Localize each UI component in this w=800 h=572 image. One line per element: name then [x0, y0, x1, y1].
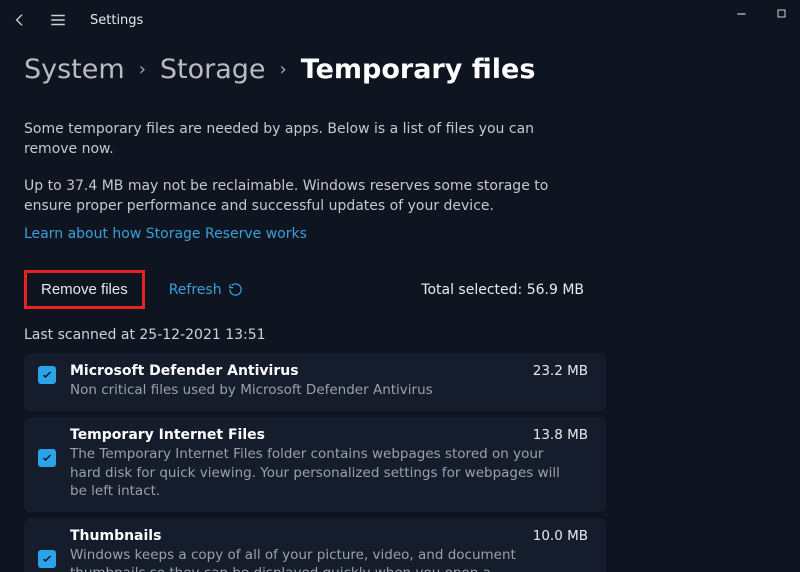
item-description: Windows keeps a copy of all of your pict…	[70, 546, 570, 572]
remove-files-button[interactable]: Remove files	[24, 270, 145, 309]
app-title: Settings	[90, 13, 143, 28]
item-title: Thumbnails	[70, 528, 161, 544]
intro-paragraph-1: Some temporary files are needed by apps.…	[24, 119, 584, 160]
list-item[interactable]: Thumbnails 10.0 MB Windows keeps a copy …	[24, 518, 606, 572]
title-bar: Settings	[0, 0, 800, 40]
item-size: 13.8 MB	[533, 427, 592, 443]
temp-files-list: Microsoft Defender Antivirus 23.2 MB Non…	[24, 353, 606, 572]
item-title: Microsoft Defender Antivirus	[70, 363, 299, 379]
checkbox[interactable]	[38, 550, 56, 568]
chevron-right-icon: ›	[280, 59, 287, 80]
checkbox[interactable]	[38, 366, 56, 384]
storage-reserve-link[interactable]: Learn about how Storage Reserve works	[24, 226, 307, 242]
breadcrumb-system[interactable]: System	[24, 54, 125, 85]
breadcrumb-current: Temporary files	[301, 54, 536, 85]
item-size: 10.0 MB	[533, 528, 592, 544]
list-item[interactable]: Microsoft Defender Antivirus 23.2 MB Non…	[24, 353, 606, 411]
back-button[interactable]	[10, 10, 30, 30]
refresh-label: Refresh	[169, 282, 222, 298]
intro-paragraph-2: Up to 37.4 MB may not be reclaimable. Wi…	[24, 176, 584, 217]
menu-icon[interactable]	[48, 10, 68, 30]
refresh-icon	[228, 282, 243, 297]
checkbox[interactable]	[38, 449, 56, 467]
minimize-button[interactable]	[732, 4, 752, 24]
maximize-button[interactable]	[772, 4, 792, 24]
breadcrumb-storage[interactable]: Storage	[160, 54, 266, 85]
list-item[interactable]: Temporary Internet Files 13.8 MB The Tem…	[24, 417, 606, 512]
item-description: Non critical files used by Microsoft Def…	[70, 381, 570, 399]
item-size: 23.2 MB	[533, 363, 592, 379]
breadcrumb: System › Storage › Temporary files	[0, 40, 800, 103]
chevron-right-icon: ›	[139, 59, 146, 80]
total-selected-label: Total selected: 56.9 MB	[421, 282, 584, 298]
last-scanned-label: Last scanned at 25-12-2021 13:51	[24, 327, 776, 343]
item-title: Temporary Internet Files	[70, 427, 265, 443]
refresh-button[interactable]: Refresh	[169, 282, 243, 298]
item-description: The Temporary Internet Files folder cont…	[70, 445, 570, 500]
